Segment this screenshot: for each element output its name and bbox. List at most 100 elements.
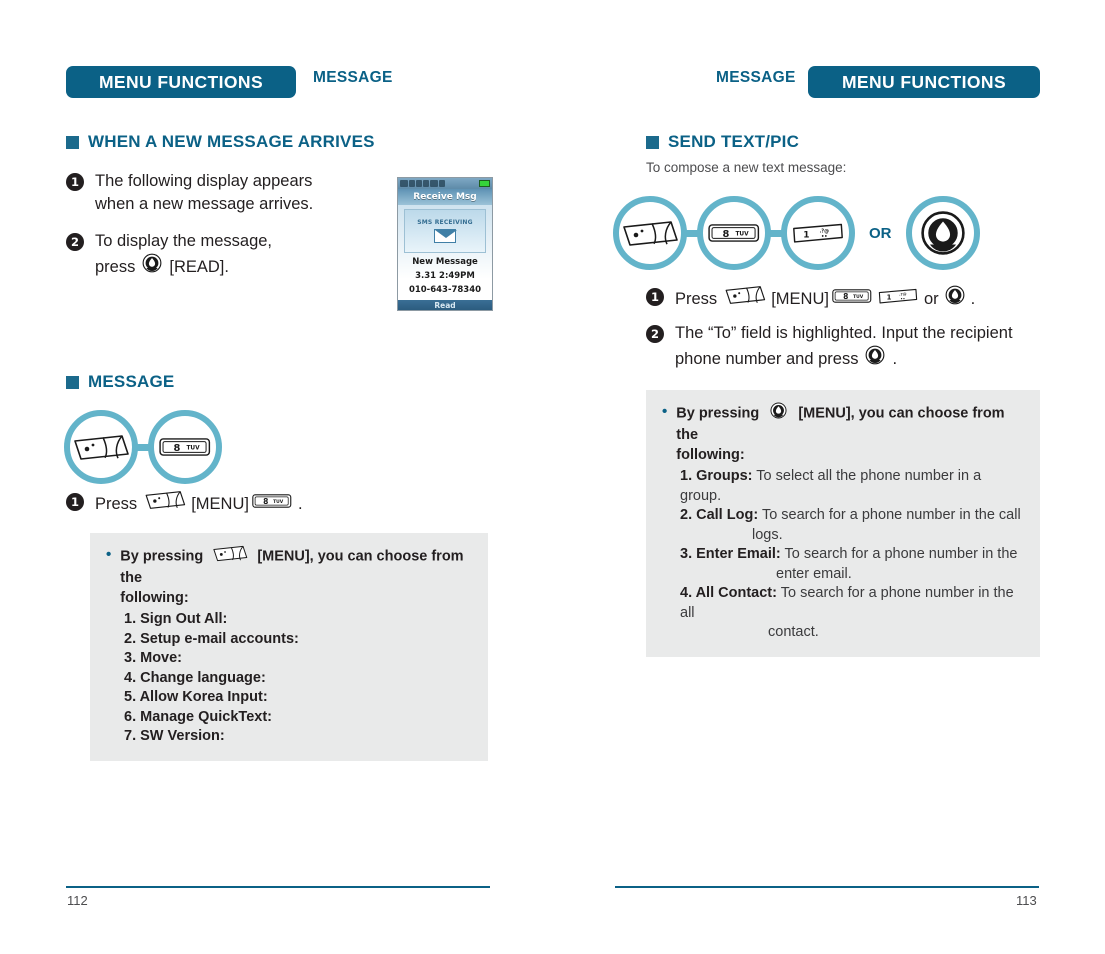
alarm-icon bbox=[430, 180, 438, 187]
note-item: 4. All Contact: To search for a phone nu… bbox=[680, 584, 1024, 643]
step-text-line2: phone number and press . bbox=[675, 345, 1013, 373]
footer-page-number-right: 113 bbox=[1016, 893, 1037, 908]
data-icon bbox=[423, 180, 429, 187]
note-item-label: 3. Enter Email: bbox=[680, 546, 781, 562]
ringer-icon bbox=[439, 180, 445, 187]
section-bullet-square-icon bbox=[646, 135, 659, 149]
step-left-1: 1 The following display appears when a n… bbox=[66, 170, 313, 216]
menu-softkey-icon bbox=[724, 285, 766, 313]
menu-softkey-icon bbox=[144, 490, 186, 518]
step-number: 1 bbox=[66, 173, 84, 191]
phone-title-bar: Receive Msg bbox=[398, 189, 492, 205]
step-text: Press [MENU] . bbox=[95, 490, 303, 518]
key-circle-menu[interactable] bbox=[64, 410, 138, 484]
note-item: 5. Allow Korea Input: bbox=[124, 689, 268, 705]
note-item-desc-cont: contact. bbox=[768, 624, 819, 640]
note-item: 1. Groups: To select all the phone numbe… bbox=[680, 467, 1024, 506]
header-subtitle-right: MESSAGE bbox=[716, 69, 796, 86]
step-number: 1 bbox=[66, 493, 84, 511]
note-item-desc-cont: enter email. bbox=[776, 565, 852, 582]
step-text-line1: The “To” field is highlighted. Input the… bbox=[675, 324, 1013, 342]
note-lead-body: By pressing [MENU], you can choose from … bbox=[120, 545, 472, 608]
phone-line-new-message: New Message bbox=[412, 257, 478, 267]
phone-card-label: SMS RECEIVING bbox=[417, 219, 473, 226]
note-list-right: 1. Groups: To select all the phone numbe… bbox=[680, 467, 1024, 643]
note-item-desc: To search for a phone number in the call bbox=[761, 507, 1021, 523]
note-item-desc: To search for a phone number in the bbox=[784, 546, 1018, 562]
phone-line-number: 010-643-78340 bbox=[408, 285, 482, 295]
phone-screen-screenshot: Receive Msg SMS RECEIVING New Message 3.… bbox=[397, 177, 493, 311]
step-number: 1 bbox=[646, 288, 664, 306]
ok-center-key-icon bbox=[945, 285, 965, 313]
step-right-2: 2 The “To” field is highlighted. Input t… bbox=[646, 322, 1013, 373]
section-title-when-new-message: WHEN A NEW MESSAGE ARRIVES bbox=[66, 132, 375, 152]
period-label: . bbox=[970, 290, 976, 308]
key-8-tuv-icon bbox=[832, 286, 872, 312]
note-lead-pre: By pressing bbox=[676, 405, 760, 422]
note-lead-pre: By pressing bbox=[120, 548, 204, 565]
note-item-label: 2. Call Log: bbox=[680, 507, 759, 523]
step-text: Press [MENU] or . bbox=[675, 285, 975, 313]
phone-line-timestamp: 3.31 2:49PM bbox=[415, 271, 475, 281]
step-text-line1: To display the message, bbox=[95, 232, 273, 250]
note-item: 3. Move: bbox=[124, 650, 183, 666]
note-bullet-icon: • bbox=[106, 546, 112, 563]
key-circle-ok[interactable] bbox=[905, 196, 980, 270]
menu-softkey-icon bbox=[212, 545, 248, 568]
or-label: OR bbox=[869, 224, 892, 242]
note-item: 4. Change language: bbox=[124, 669, 266, 686]
key-circle-8-tuv[interactable] bbox=[148, 410, 222, 484]
key-circle-8-tuv[interactable] bbox=[697, 196, 771, 270]
note-item-label: 4. All Contact: bbox=[680, 585, 777, 601]
or-inline-label: or bbox=[923, 290, 939, 308]
footer-rule-left bbox=[66, 886, 490, 888]
step-right-1: 1 Press [MENU] or . bbox=[646, 285, 975, 313]
key-sequence-left bbox=[64, 410, 222, 484]
step-left-3: 1 Press [MENU] . bbox=[66, 490, 303, 518]
battery-icon bbox=[479, 180, 490, 187]
period-label: . bbox=[297, 495, 303, 513]
roam-icon bbox=[409, 180, 415, 187]
menu-bracket-label: [MENU] bbox=[191, 495, 249, 513]
note-bullet-icon: • bbox=[662, 403, 668, 420]
section-bullet-square-icon bbox=[66, 135, 79, 149]
footer-rule-right bbox=[615, 886, 1039, 888]
phone-sms-card: SMS RECEIVING bbox=[404, 209, 486, 253]
press-label: Press bbox=[675, 290, 718, 308]
section-title-text: WHEN A NEW MESSAGE ARRIVES bbox=[88, 132, 375, 151]
ok-center-key-icon bbox=[770, 402, 787, 425]
step-text: The following display appears when a new… bbox=[95, 172, 314, 213]
period-label: . bbox=[892, 350, 898, 368]
footer-page-number-left: 112 bbox=[67, 893, 88, 908]
step-body: To display the message, press [READ]. bbox=[95, 230, 272, 281]
note-item: 7. SW Version: bbox=[124, 728, 225, 744]
step-body: The “To” field is highlighted. Input the… bbox=[675, 322, 1013, 373]
note-item: 3. Enter Email: To search for a phone nu… bbox=[680, 545, 1024, 584]
note-item: 6. Manage QuickText: bbox=[124, 708, 272, 725]
section-title-text: SEND TEXT/PIC bbox=[668, 132, 800, 151]
phone-number-label: phone number and press bbox=[675, 350, 859, 368]
key-sequence-right: OR bbox=[613, 196, 980, 270]
ok-center-key-icon bbox=[142, 253, 162, 281]
note-item-label: 1. Groups: bbox=[680, 468, 753, 484]
step-number: 2 bbox=[66, 233, 84, 251]
section-title-message: MESSAGE bbox=[66, 372, 174, 392]
note-lead-body: By pressing [MENU], you can choose from … bbox=[676, 402, 1024, 465]
note-lead-cont: following: bbox=[120, 590, 189, 606]
press-label: press bbox=[95, 258, 136, 276]
note-lead-left: • By pressing [MENU], you can choose fro… bbox=[106, 545, 472, 608]
manual-spread: MENU FUNCTIONS MESSAGE WHEN A NEW MESSAG… bbox=[0, 0, 1105, 954]
note-box-right: • By pressing [MENU], you can choose fro… bbox=[646, 390, 1040, 657]
press-label: Press bbox=[95, 495, 138, 513]
note-item: 2. Call Log: To search for a phone numbe… bbox=[680, 506, 1024, 545]
key-circle-1-punct[interactable] bbox=[781, 196, 855, 270]
note-lead-right: • By pressing [MENU], you can choose fro… bbox=[662, 402, 1024, 465]
menu-bracket-label: [MENU] bbox=[771, 290, 829, 308]
header-subtitle-left: MESSAGE bbox=[313, 69, 393, 86]
key-1-punct-icon bbox=[878, 286, 918, 312]
section-bullet-square-icon bbox=[66, 375, 79, 389]
phone-body: SMS RECEIVING New Message 3.31 2:49PM 01… bbox=[398, 205, 492, 300]
section-title-send-text-pic: SEND TEXT/PIC bbox=[646, 132, 799, 152]
key-circle-menu[interactable] bbox=[613, 196, 687, 270]
step-left-2: 2 To display the message, press [READ]. bbox=[66, 230, 272, 281]
